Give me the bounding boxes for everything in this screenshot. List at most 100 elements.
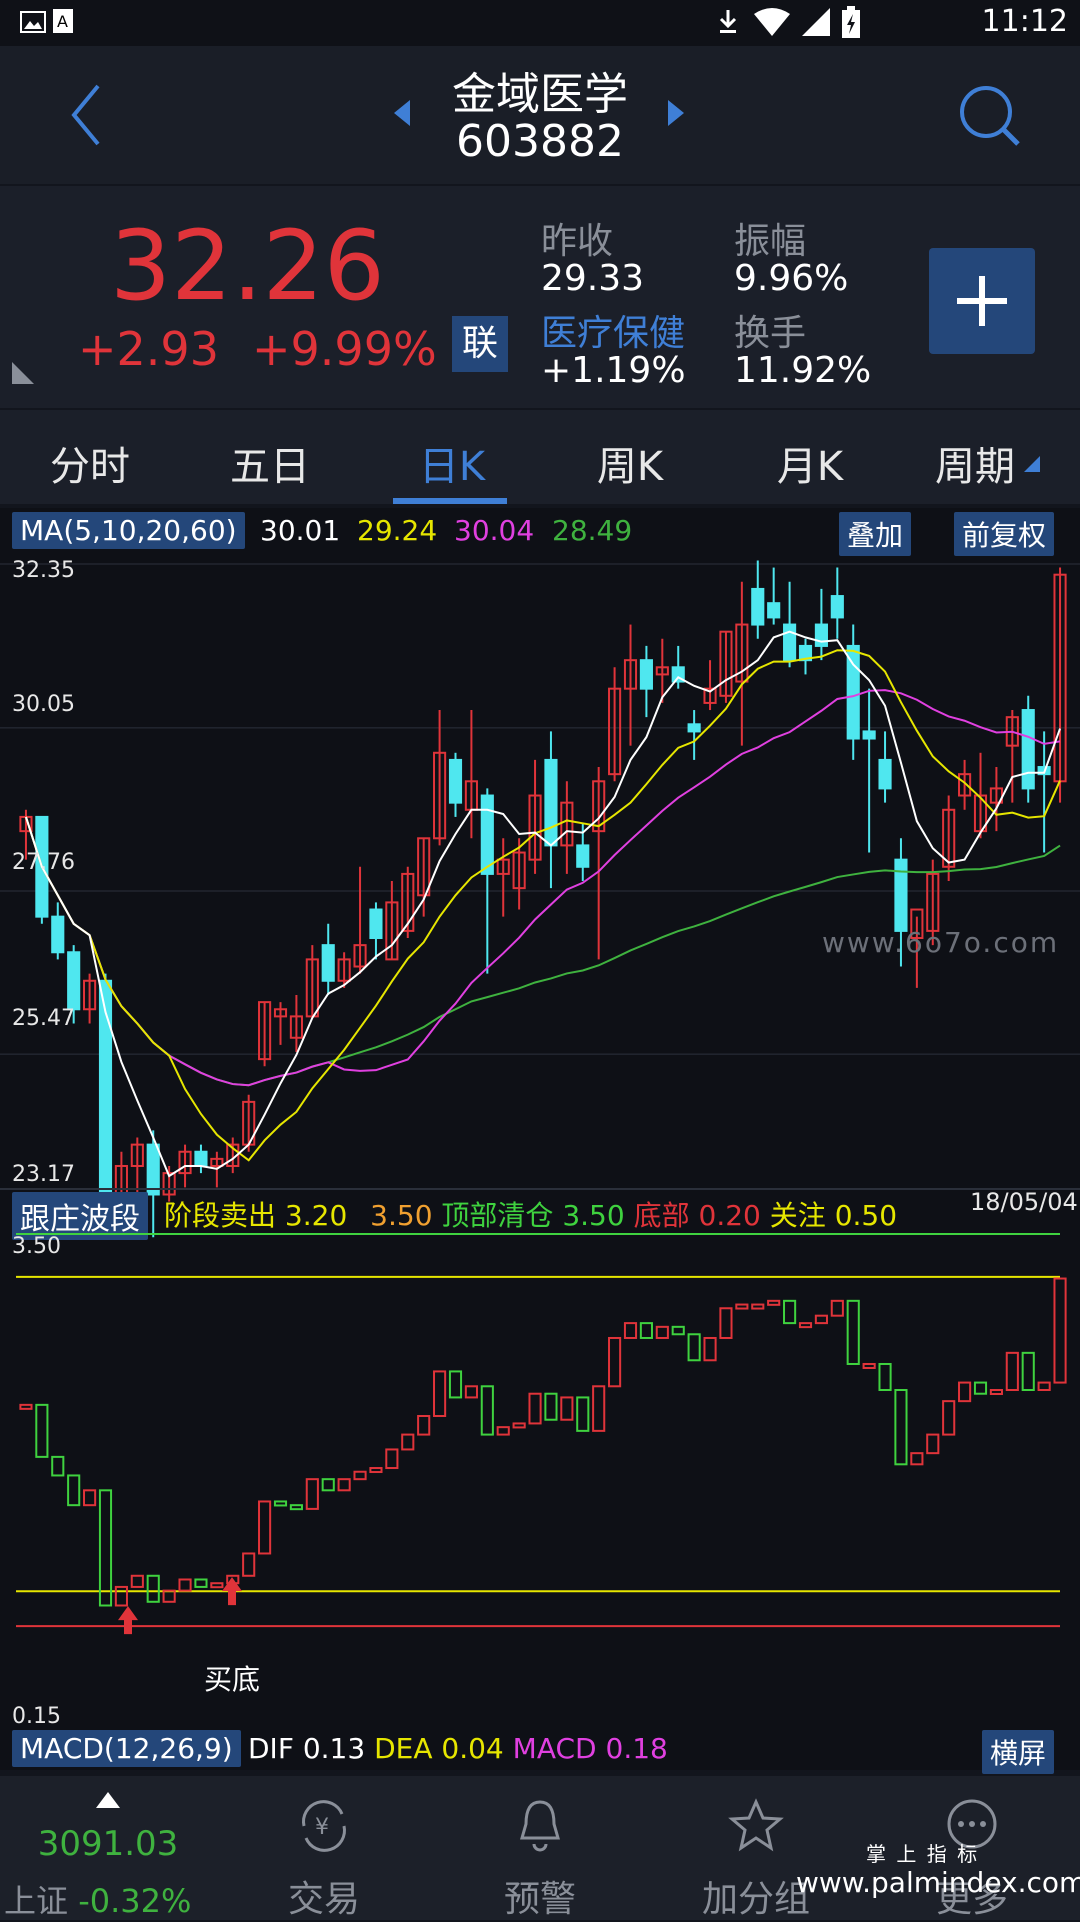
band-bar: [576, 1396, 590, 1432]
candle-body: [194, 1150, 208, 1167]
dif-label: DIF: [248, 1732, 294, 1765]
band-bar: [194, 1578, 208, 1588]
adjust-button[interactable]: 前复权: [954, 512, 1055, 556]
index-change: -0.32%: [78, 1882, 192, 1920]
sell-value-a: 3.20: [284, 1199, 348, 1232]
next-stock-icon[interactable]: [664, 98, 688, 132]
macd-values: DIF 0.13 DEA 0.04 MACD 0.18: [248, 1732, 668, 1765]
candle-body: [369, 908, 383, 940]
band-bar: [512, 1422, 526, 1429]
band-bar: [894, 1388, 908, 1466]
macd-label[interactable]: MACD(12,26,9): [12, 1730, 241, 1767]
band-bar: [1053, 1277, 1067, 1384]
font-a-icon: A: [52, 8, 74, 38]
bottom-value: 0.20: [698, 1199, 761, 1232]
band-bar: [767, 1299, 781, 1306]
candle-body: [51, 915, 65, 954]
watch-label: 关注: [769, 1199, 826, 1232]
band-bar: [273, 1500, 288, 1507]
band-bar: [258, 1500, 272, 1555]
band-bar: [433, 1370, 447, 1418]
price-axis-label: 27.76: [12, 850, 75, 875]
tab-monthly-k[interactable]: 月K: [735, 434, 885, 492]
tab-intraday[interactable]: 分时: [15, 434, 165, 492]
nav-trade[interactable]: ¥ 交易: [216, 1776, 432, 1920]
band-bar: [846, 1299, 860, 1365]
sector-change: +1.19%: [541, 350, 686, 391]
band-bar: [289, 1504, 303, 1511]
candle-body: [687, 723, 701, 733]
band-bar: [703, 1336, 717, 1362]
tab-weekly-k[interactable]: 周K: [555, 434, 705, 492]
quote-panel: 32.26 +2.93 +9.99% 联 昨收 29.33 医疗保健 +1.19…: [0, 186, 1080, 408]
candle-body: [751, 587, 765, 626]
macd-value: 0.18: [605, 1732, 668, 1765]
nav-alert[interactable]: 预警: [432, 1776, 648, 1920]
band-bar: [369, 1467, 383, 1474]
band-bar: [560, 1396, 574, 1421]
top-label: 顶部清仓: [441, 1199, 554, 1232]
watermark-text: www.6o7o.com: [822, 926, 1060, 959]
tab-daily-k[interactable]: 日K: [377, 434, 527, 492]
stock-name: 金域医学: [452, 69, 628, 120]
candle-body: [146, 1143, 160, 1196]
index-ticker[interactable]: 3091.03 上证 -0.32%: [0, 1776, 216, 1920]
band-bar: [98, 1489, 113, 1607]
nav-alert-label: 预警: [503, 1879, 576, 1920]
indicator-values: 阶段卖出 3.20 3.50 顶部清仓 3.50 底部 0.20 关注 0.50: [164, 1194, 897, 1234]
index-value: 3091.03: [37, 1824, 179, 1864]
gallery-icon: [20, 10, 46, 38]
band-bar: [130, 1574, 144, 1588]
stock-code: 603882: [456, 116, 624, 167]
band-bar: [496, 1426, 510, 1436]
candle-body: [321, 944, 335, 982]
caret-up-icon: [96, 1792, 120, 1808]
band-bar: [385, 1448, 399, 1470]
overlay-button[interactable]: 叠加: [839, 512, 912, 556]
add-watchlist-button[interactable]: [929, 248, 1035, 354]
indicator-axis-label: 0.15: [12, 1704, 61, 1729]
palmindex-watermark-top: 掌 上 指 标: [866, 1842, 980, 1866]
price-change-pct: +9.99%: [252, 322, 437, 376]
svg-text:A: A: [57, 12, 68, 31]
candle-body: [814, 623, 828, 647]
price-axis-label: 30.05: [12, 692, 75, 717]
band-bar: [973, 1381, 988, 1395]
band-bar: [1005, 1351, 1019, 1391]
lian-badge[interactable]: 联: [452, 316, 508, 372]
ma5-value: 30.01: [260, 514, 341, 547]
candle-body: [544, 758, 558, 847]
band-bar: [687, 1333, 701, 1362]
candle-body: [448, 758, 463, 804]
ma-label[interactable]: MA(5,10,20,60): [12, 512, 245, 549]
candle-body: [767, 602, 781, 619]
bottom-label: 底部: [633, 1199, 690, 1232]
landscape-button[interactable]: 横屏: [982, 1730, 1055, 1774]
prev-close-value: 29.33: [541, 258, 645, 299]
band-bar: [910, 1452, 924, 1466]
band-bar: [958, 1381, 972, 1403]
buy-bottom-label: 买底: [204, 1663, 261, 1696]
period-dropdown-icon[interactable]: [1024, 456, 1040, 476]
candle-body: [480, 794, 494, 875]
expand-corner-icon[interactable]: [10, 360, 36, 390]
stock-header: 金域医学 603882: [0, 46, 1080, 184]
bell-icon: [520, 1800, 560, 1852]
search-icon[interactable]: [958, 84, 1022, 152]
price-axis-label: 23.17: [12, 1162, 75, 1187]
tab-five-day[interactable]: 五日: [195, 434, 345, 492]
ma10-value: 29.24: [357, 514, 438, 547]
turnover-value: 11.92%: [734, 350, 872, 391]
sector-label[interactable]: 医疗保健: [541, 304, 685, 356]
band-bar: [305, 1478, 319, 1510]
indicator-chart[interactable]: [0, 1232, 1080, 1644]
dif-value: 0.13: [302, 1732, 366, 1765]
band-bar: [830, 1299, 844, 1317]
band-bar: [464, 1385, 478, 1399]
kline-chart[interactable]: [0, 554, 1080, 1274]
watch-value: 0.50: [834, 1199, 898, 1232]
candle-body: [1021, 709, 1035, 790]
ma20-value: 30.04: [454, 514, 535, 547]
band-bar: [67, 1474, 81, 1507]
band-bar: [35, 1403, 49, 1458]
